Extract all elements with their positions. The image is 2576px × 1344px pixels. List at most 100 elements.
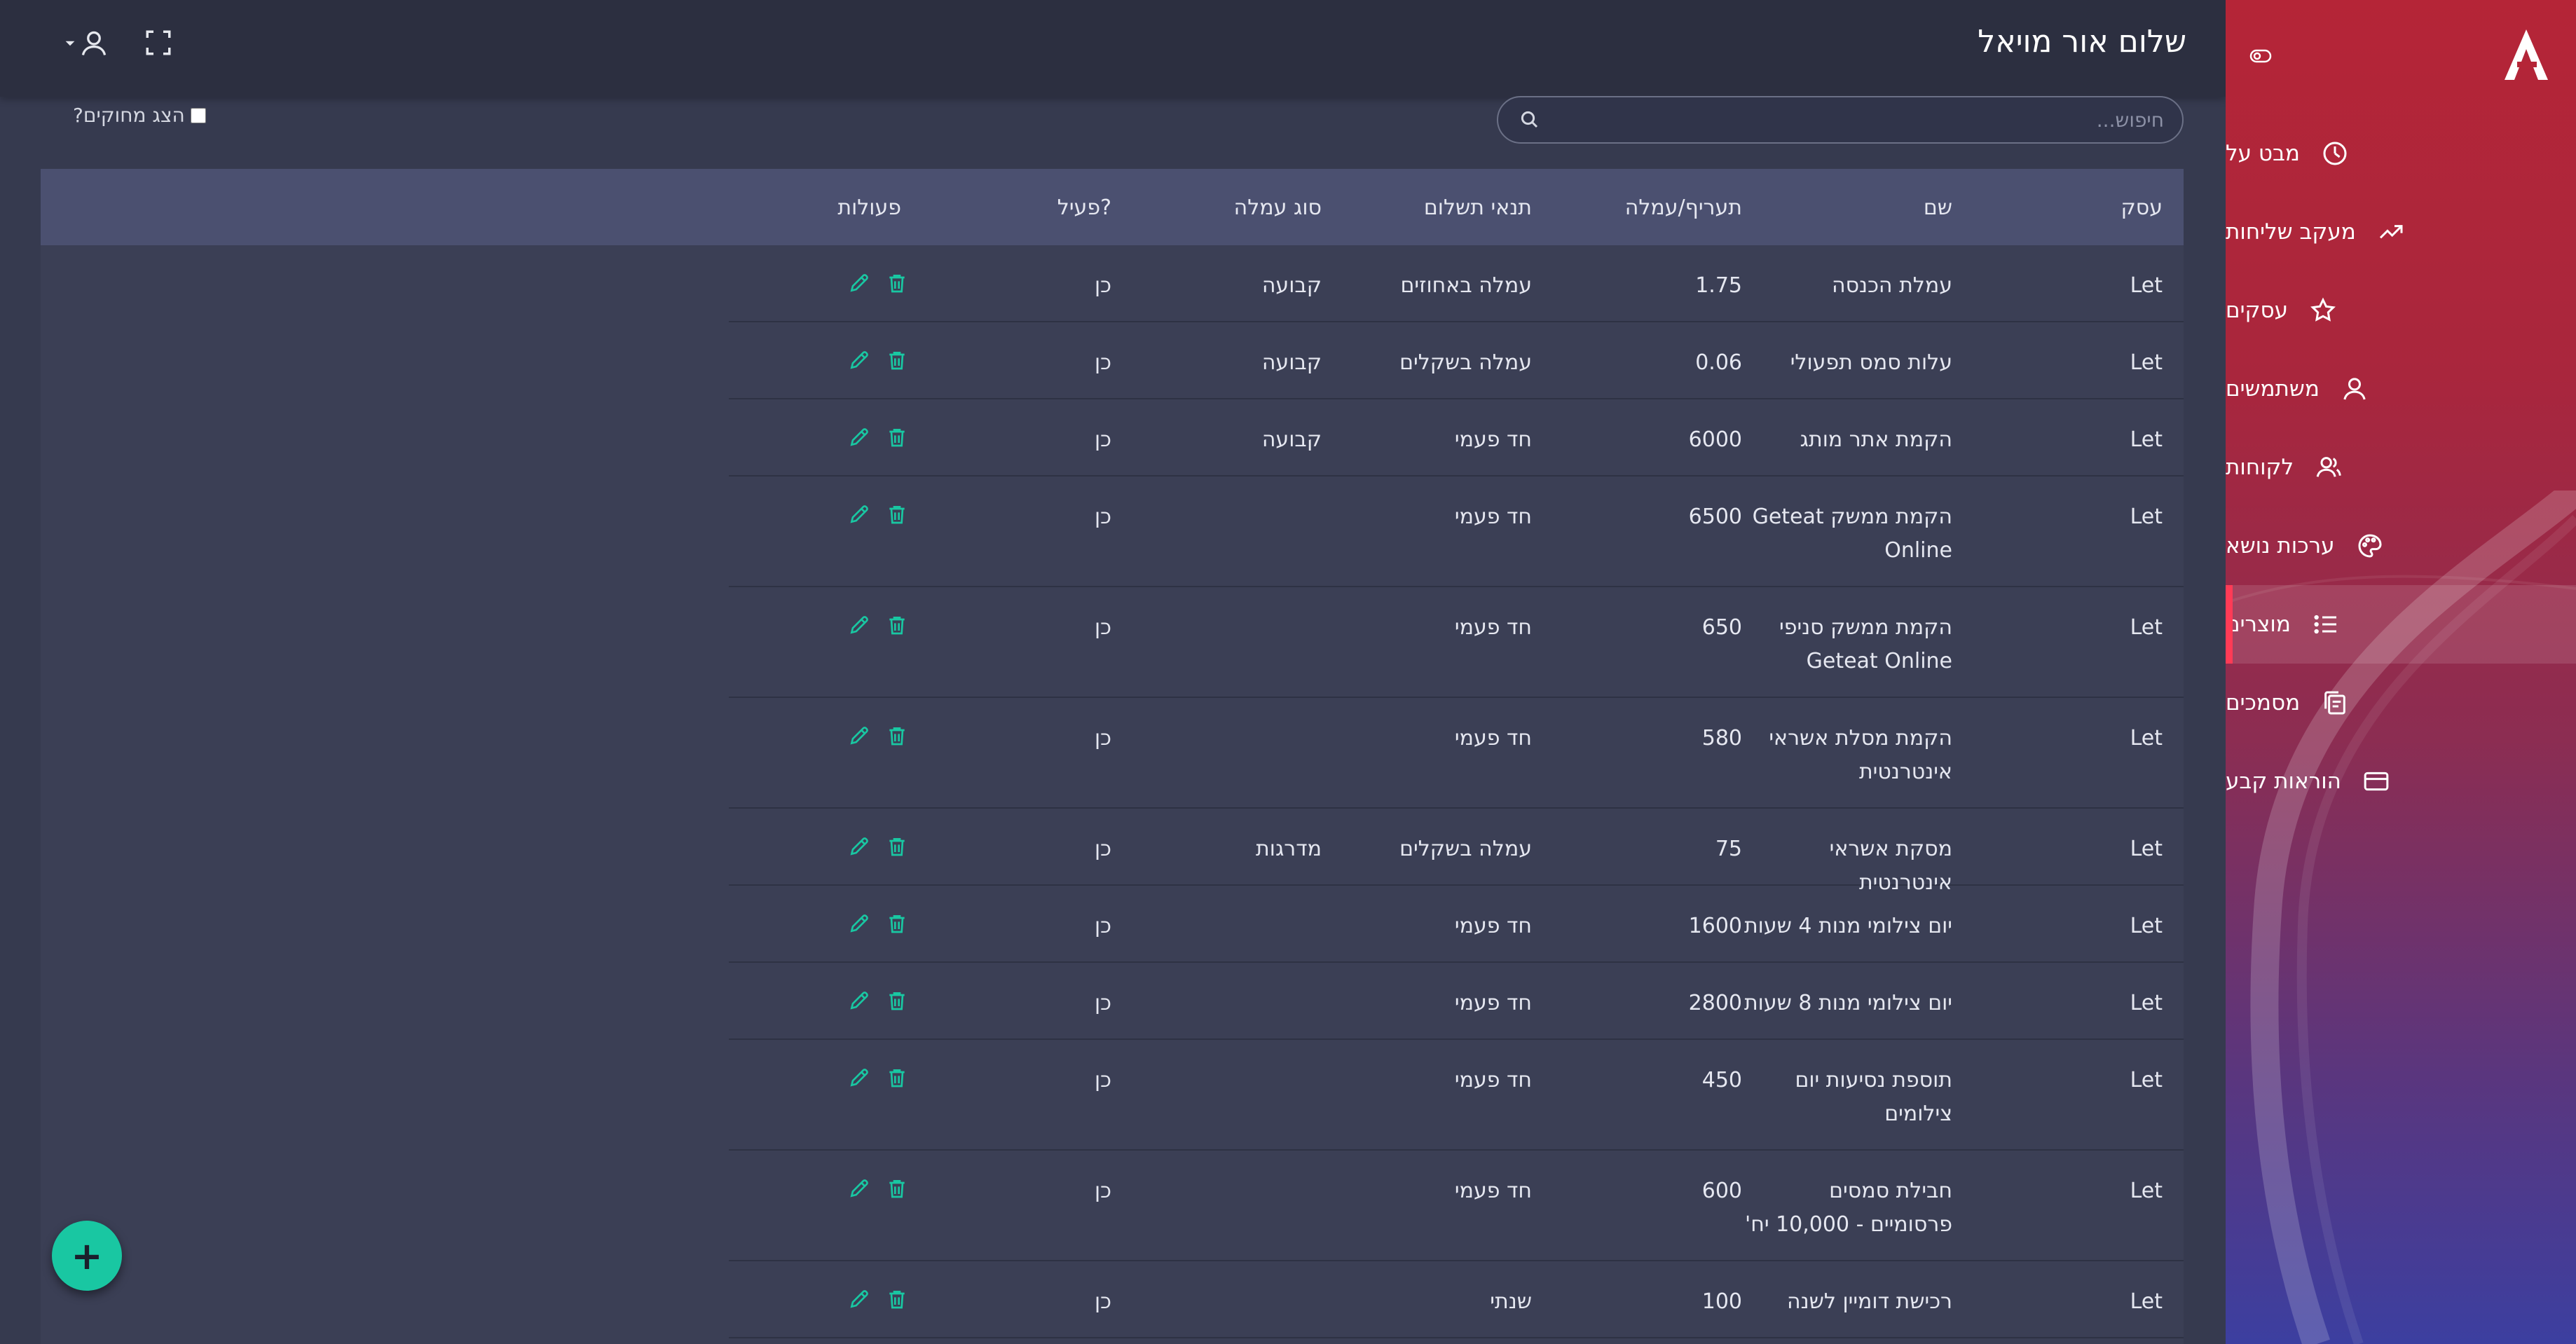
cell-active: כן bbox=[1094, 837, 1111, 861]
row-actions bbox=[848, 270, 908, 296]
delete-icon[interactable] bbox=[886, 1065, 908, 1090]
row-actions bbox=[848, 612, 908, 638]
sidebar-item-label: מסמכים bbox=[2226, 690, 2301, 715]
edit-icon[interactable] bbox=[848, 425, 870, 450]
edit-icon[interactable] bbox=[848, 1287, 870, 1312]
sidebar-toggle-icon[interactable] bbox=[2247, 43, 2275, 69]
sidebar: מבט על מעקב שליחות עסקים משתמשים לקוחות ערכות… bbox=[2226, 0, 2576, 1344]
cell-name: יום צילומי מנות 4 שעות bbox=[1743, 914, 1952, 938]
sidebar-item-1[interactable]: מעקב שליחות bbox=[2226, 193, 2576, 271]
row-actions bbox=[848, 1065, 908, 1090]
table-row[interactable]: Let עלות סמס תפעולי 0.06 עמלה בשקלים קבועה כן bbox=[729, 322, 2184, 399]
cell-active: כן bbox=[1094, 350, 1111, 375]
cell-name: הקמת אתר מותג bbox=[1800, 427, 1952, 452]
user-menu-button[interactable] bbox=[64, 25, 114, 62]
edit-icon[interactable] bbox=[848, 911, 870, 936]
cell-terms: חד פעמי bbox=[1454, 1179, 1532, 1203]
delete-icon[interactable] bbox=[886, 988, 908, 1013]
header-active[interactable]: פעיל? bbox=[1057, 196, 1111, 220]
delete-icon[interactable] bbox=[886, 834, 908, 859]
delete-icon[interactable] bbox=[886, 723, 908, 748]
sidebar-item-7[interactable]: מסמכים bbox=[2226, 664, 2576, 742]
user-icon bbox=[81, 31, 107, 55]
cell-name: הקמת ממשק סניפי Geteat Online bbox=[1779, 615, 1952, 673]
delete-icon[interactable] bbox=[886, 502, 908, 527]
table-row[interactable]: Let חבילת סמסים פרסומיים - 10,000 יח' 600 ח… bbox=[729, 1151, 2184, 1261]
sidebar-item-0[interactable]: מבט על bbox=[2226, 114, 2576, 193]
delete-icon[interactable] bbox=[886, 348, 908, 373]
cell-business: Let bbox=[2130, 726, 2163, 750]
table-row[interactable]: Let רכישת דומיין לשנה 100 שנתי כן bbox=[729, 1261, 2184, 1338]
cell-type: קבועה bbox=[1261, 350, 1322, 375]
show-deleted-checkbox[interactable] bbox=[190, 107, 206, 123]
brand-logo[interactable] bbox=[2502, 27, 2551, 83]
show-deleted-filter[interactable]: הצג מחוקים? bbox=[73, 104, 206, 127]
delete-icon[interactable] bbox=[886, 1287, 908, 1312]
edit-icon[interactable] bbox=[848, 1176, 870, 1201]
table-row[interactable]: Let מסקת אשראי אינטרנטית 75 עמלה בשקלים מדרג… bbox=[729, 809, 2184, 895]
table-row[interactable]: Let תוספת נסיעות יום צילומים 450 חד פעמי כן bbox=[729, 1040, 2184, 1151]
cell-business: Let bbox=[2130, 1289, 2163, 1314]
search-input[interactable] bbox=[1540, 108, 2164, 132]
sidebar-item-label: מבט על bbox=[2226, 141, 2300, 166]
header-price[interactable]: תעריף/עמלה bbox=[1625, 196, 1742, 220]
table-row[interactable]: Let יום צילומי מנות 4 שעות 1600 חד פעמי כן bbox=[729, 886, 2184, 963]
sidebar-item-4[interactable]: לקוחות bbox=[2226, 428, 2576, 507]
edit-icon[interactable] bbox=[848, 988, 870, 1013]
dashboard-icon bbox=[2320, 138, 2350, 169]
cell-terms: חד פעמי bbox=[1454, 914, 1532, 938]
table-row[interactable]: Let הקמת ממשק סניפי Geteat Online 650 חד פע… bbox=[729, 587, 2184, 698]
delete-icon[interactable] bbox=[886, 425, 908, 450]
sidebar-item-8[interactable]: הוראות קבע bbox=[2226, 742, 2576, 821]
cell-business: Let bbox=[2130, 350, 2163, 375]
sidebar-item-2[interactable]: עסקים bbox=[2226, 271, 2576, 350]
cell-terms: חד פעמי bbox=[1454, 615, 1532, 640]
sidebar-item-5[interactable]: ערכות נושא bbox=[2226, 507, 2576, 585]
sidebar-item-6[interactable]: מוצרים bbox=[2226, 585, 2576, 664]
header-business[interactable]: עסק bbox=[2121, 196, 2163, 220]
user-icon bbox=[2339, 373, 2370, 404]
edit-icon[interactable] bbox=[848, 723, 870, 748]
header-name[interactable]: שם bbox=[1924, 196, 1952, 220]
cell-price: 650 bbox=[1701, 615, 1742, 640]
cell-terms: חד פעמי bbox=[1454, 427, 1532, 452]
header-type[interactable]: סוג עמלה bbox=[1234, 196, 1322, 220]
cell-active: כן bbox=[1094, 914, 1111, 938]
cell-active: כן bbox=[1094, 505, 1111, 529]
cell-name: חבילת סמסים פרסומיים - 10,000 יח' bbox=[1745, 1179, 1952, 1237]
fullscreen-icon[interactable] bbox=[144, 28, 173, 57]
table-row[interactable]: Let עמלת הכנסה 1.75 עמלה באחוזים קבועה כן bbox=[729, 245, 2184, 322]
delete-icon[interactable] bbox=[886, 911, 908, 936]
cell-business: Let bbox=[2130, 273, 2163, 298]
header-terms[interactable]: תנאי תשלום bbox=[1424, 196, 1532, 220]
add-product-button[interactable]: + bbox=[52, 1221, 122, 1291]
edit-icon[interactable] bbox=[848, 1065, 870, 1090]
cell-active: כן bbox=[1094, 427, 1111, 452]
edit-icon[interactable] bbox=[848, 270, 870, 296]
cell-price: 100 bbox=[1701, 1289, 1742, 1314]
cell-price: 580 bbox=[1701, 726, 1742, 750]
table-row[interactable]: Let יום צילומי מנות 8 שעות 2800 חד פעמי כן bbox=[729, 963, 2184, 1040]
table-row[interactable]: Let הקמת מסלת אשראי אינטרנטית 580 חד פעמי כן bbox=[729, 698, 2184, 809]
delete-icon[interactable] bbox=[886, 270, 908, 296]
page-greeting: שלום אור מויאל bbox=[1978, 24, 2186, 60]
edit-icon[interactable] bbox=[848, 612, 870, 638]
row-actions bbox=[848, 988, 908, 1013]
row-actions bbox=[848, 425, 908, 450]
table-row[interactable]: Let הקמת אתר מותג 6000 חד פעמי קבועה כן bbox=[729, 399, 2184, 476]
cell-business: Let bbox=[2130, 505, 2163, 529]
cell-terms: חד פעמי bbox=[1454, 991, 1532, 1015]
delete-icon[interactable] bbox=[886, 1176, 908, 1201]
cell-name: רכישת דומיין לשנה bbox=[1787, 1289, 1952, 1314]
row-actions bbox=[848, 1287, 908, 1312]
sidebar-item-3[interactable]: משתמשים bbox=[2226, 350, 2576, 428]
table-row[interactable]: Let הקמת ממשק Geteat Online 6500 חד פעמי כן bbox=[729, 476, 2184, 587]
edit-icon[interactable] bbox=[848, 502, 870, 527]
row-actions bbox=[848, 1176, 908, 1201]
documents-icon bbox=[2320, 687, 2350, 718]
edit-icon[interactable] bbox=[848, 834, 870, 859]
star-icon bbox=[2308, 295, 2338, 326]
delete-icon[interactable] bbox=[886, 612, 908, 638]
edit-icon[interactable] bbox=[848, 348, 870, 373]
trend-icon bbox=[2376, 217, 2406, 247]
